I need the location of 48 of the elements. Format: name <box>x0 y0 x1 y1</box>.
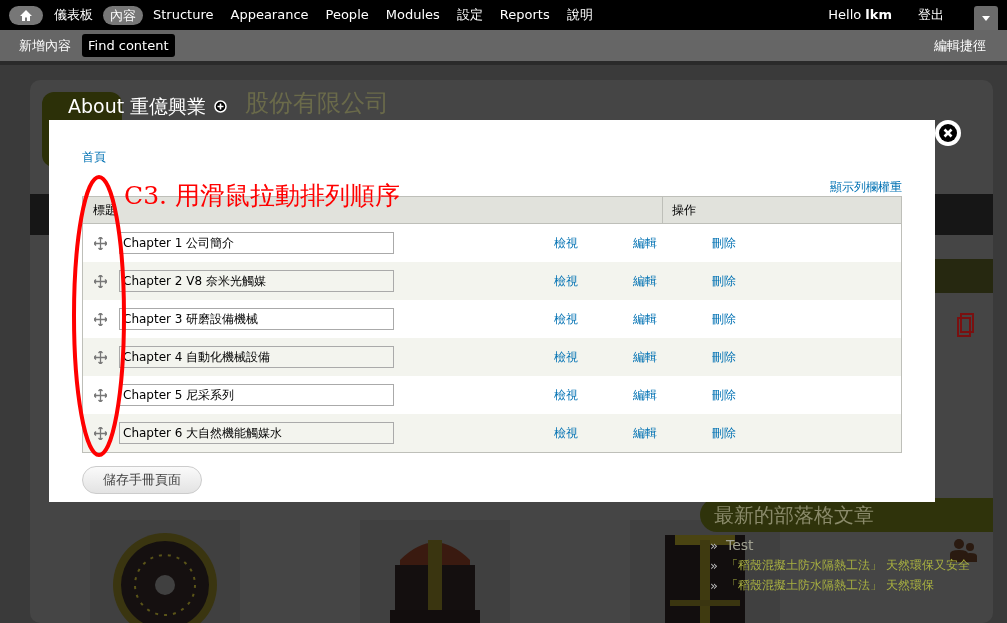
menu-item[interactable]: Modules <box>378 5 447 25</box>
breadcrumb-link[interactable]: 首頁 <box>82 150 106 164</box>
action-link[interactable]: 檢視 <box>554 348 633 366</box>
modal-title: About 重億興業 <box>68 94 207 119</box>
title-input[interactable]: Chapter 2 V8 奈米光觸媒 <box>119 270 394 292</box>
action-link[interactable]: 編輯 <box>633 310 712 328</box>
action-link[interactable]: 檢視 <box>554 424 633 442</box>
action-link[interactable]: 刪除 <box>712 386 791 404</box>
action-link[interactable]: 刪除 <box>712 272 791 290</box>
action-link[interactable]: 編輯 <box>633 234 712 252</box>
column-header: 操作 <box>671 202 697 219</box>
save-button[interactable]: 儲存手冊頁面 <box>82 466 202 494</box>
sidebar-title: 最新的部落格文章 <box>714 502 874 529</box>
shortcut-link[interactable]: 新增內容 <box>13 35 77 56</box>
show-weights-link[interactable]: 顯示列欄權重 <box>830 178 902 196</box>
bullet-icon: » <box>710 576 718 595</box>
menu-item[interactable]: Appearance <box>223 5 316 25</box>
action-link[interactable]: 檢視 <box>554 272 633 290</box>
menu-item[interactable]: Structure <box>146 5 221 25</box>
bullet-icon: » <box>710 556 718 575</box>
menu-item[interactable]: 儀表板 <box>47 5 100 25</box>
action-link[interactable]: 編輯 <box>633 348 712 366</box>
logout-link[interactable]: 登出 <box>918 5 944 25</box>
blog-post-link[interactable]: Test <box>725 536 754 555</box>
edit-shortcuts-link[interactable]: 編輯捷徑 <box>934 35 986 56</box>
action-link[interactable]: 編輯 <box>633 386 712 404</box>
menu-item[interactable]: People <box>318 5 376 25</box>
action-link[interactable]: 刪除 <box>712 234 791 252</box>
action-link[interactable]: 編輯 <box>633 272 712 290</box>
action-link[interactable]: 刪除 <box>712 310 791 328</box>
blog-post-link[interactable]: 「稻殼混擬土防水隔熱工法」 天然環保 <box>725 576 934 595</box>
action-link[interactable]: 編輯 <box>633 424 712 442</box>
menu-item[interactable]: 內容 <box>103 5 143 25</box>
title-input[interactable]: Chapter 1 公司簡介 <box>119 232 394 254</box>
action-link[interactable]: 檢視 <box>554 310 633 328</box>
shortcut-link[interactable]: Find content <box>82 34 175 57</box>
menu-item[interactable]: 說明 <box>559 5 600 25</box>
user-greeting: Hello lkm <box>828 6 892 25</box>
action-link[interactable]: 檢視 <box>554 386 633 404</box>
blog-post-link[interactable]: 「稻殼混擬土防水隔熱工法」 天然環保又安全 <box>725 556 970 575</box>
menu-item[interactable]: 設定 <box>449 5 490 25</box>
title-input[interactable]: Chapter 6 大自然機能觸媒水 <box>119 422 394 444</box>
menu-item[interactable]: Reports <box>492 5 557 25</box>
action-link[interactable]: 檢視 <box>554 234 633 252</box>
action-link[interactable]: 刪除 <box>712 348 791 366</box>
bullet-icon: » <box>710 536 718 555</box>
action-link[interactable]: 刪除 <box>712 424 791 442</box>
title-input[interactable]: Chapter 5 尼采系列 <box>119 384 394 406</box>
